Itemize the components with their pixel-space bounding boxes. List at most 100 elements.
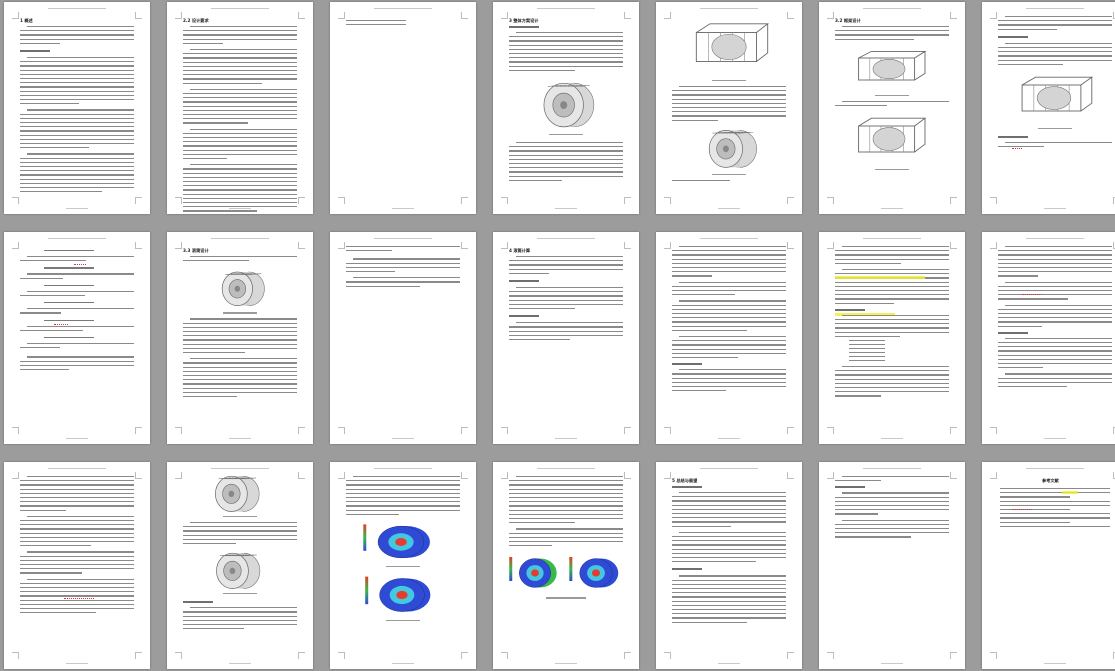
text-line bbox=[20, 505, 134, 507]
text-line bbox=[509, 260, 623, 262]
text-line bbox=[183, 109, 297, 112]
text-line bbox=[835, 273, 949, 275]
crop-mark bbox=[501, 427, 508, 434]
crop-mark bbox=[787, 652, 794, 659]
text-line bbox=[672, 381, 786, 384]
text-line bbox=[509, 509, 623, 511]
crop-mark bbox=[135, 197, 142, 204]
text-line bbox=[183, 615, 297, 617]
text-line bbox=[509, 44, 623, 46]
text-line bbox=[183, 197, 297, 200]
crop-mark bbox=[461, 12, 468, 19]
section-heading: 4 滚筒计算 bbox=[509, 248, 531, 253]
text-line bbox=[20, 90, 134, 92]
text-line bbox=[20, 103, 79, 105]
page-footer-rule bbox=[555, 208, 577, 209]
text-line bbox=[346, 266, 460, 269]
text-line bbox=[516, 142, 623, 144]
page-header-rule bbox=[48, 468, 106, 469]
text-line bbox=[672, 521, 786, 523]
text-line bbox=[842, 246, 949, 248]
reference-entry bbox=[1000, 492, 1110, 494]
crop-mark bbox=[12, 242, 19, 249]
text-line bbox=[346, 285, 420, 287]
text-line bbox=[190, 164, 297, 166]
page-footer-rule bbox=[392, 208, 414, 209]
crop-mark bbox=[624, 427, 631, 434]
text-line bbox=[509, 272, 549, 275]
text-line bbox=[672, 258, 786, 260]
page-thumbnail: 3 整体方案设计 bbox=[493, 2, 639, 214]
text-line bbox=[509, 480, 623, 482]
text-line bbox=[509, 339, 570, 341]
text-line bbox=[835, 254, 949, 256]
text-line bbox=[190, 88, 297, 91]
text-line bbox=[190, 607, 297, 609]
crop-mark bbox=[501, 12, 508, 19]
text-line bbox=[190, 256, 297, 258]
drum-figure-3 bbox=[215, 475, 260, 512]
crop-mark bbox=[664, 472, 671, 479]
text-line bbox=[835, 509, 949, 511]
text-line bbox=[509, 303, 623, 306]
text-line bbox=[183, 526, 297, 528]
text-line bbox=[998, 63, 1063, 66]
text-line bbox=[1005, 304, 1112, 306]
text-line bbox=[20, 480, 134, 482]
text-line bbox=[509, 522, 575, 524]
text-line bbox=[183, 202, 297, 204]
crop-mark bbox=[950, 652, 957, 659]
text-line bbox=[353, 277, 460, 279]
text-line bbox=[679, 492, 786, 494]
text-line bbox=[346, 497, 460, 499]
text-line bbox=[183, 375, 297, 377]
text-line bbox=[516, 32, 623, 34]
text-line bbox=[516, 322, 623, 324]
text-line bbox=[20, 484, 134, 486]
frame-assembly-figure bbox=[695, 23, 770, 62]
text-line bbox=[183, 176, 297, 179]
text-line bbox=[842, 492, 949, 494]
text-line bbox=[27, 153, 134, 155]
text-line bbox=[672, 321, 786, 323]
text-line bbox=[835, 536, 911, 538]
crop-mark bbox=[338, 652, 345, 659]
text-line bbox=[679, 336, 786, 338]
text-line bbox=[509, 532, 623, 534]
crop-mark bbox=[787, 242, 794, 249]
crop-mark bbox=[664, 12, 671, 19]
text-line bbox=[183, 172, 297, 174]
text-line bbox=[20, 369, 69, 371]
text-line bbox=[998, 285, 1112, 288]
crop-mark bbox=[950, 197, 957, 204]
formula-line bbox=[849, 356, 885, 358]
text-line bbox=[998, 363, 1112, 365]
text-line bbox=[183, 185, 297, 187]
text-line bbox=[998, 294, 1112, 296]
text-line bbox=[998, 47, 1112, 49]
text-line bbox=[998, 55, 1112, 57]
page-header-rule bbox=[537, 468, 595, 469]
page-thumbnail bbox=[167, 462, 313, 669]
text-line bbox=[20, 82, 134, 84]
crop-mark bbox=[461, 472, 468, 479]
page-header-rule bbox=[211, 8, 269, 9]
text-line bbox=[835, 532, 949, 534]
text-line bbox=[835, 290, 949, 292]
text-line bbox=[183, 114, 297, 116]
text-line bbox=[509, 175, 623, 177]
text-line bbox=[20, 138, 134, 141]
text-line bbox=[20, 528, 134, 530]
reference-entry bbox=[1000, 504, 1110, 507]
formula-line bbox=[849, 348, 885, 350]
text-line bbox=[672, 119, 718, 121]
subsection-heading-line bbox=[509, 315, 539, 317]
text-line bbox=[183, 101, 297, 103]
text-line bbox=[183, 105, 297, 107]
text-line bbox=[20, 174, 134, 176]
fea-stress-figure bbox=[360, 520, 442, 564]
crop-mark bbox=[624, 652, 631, 659]
text-line bbox=[835, 262, 901, 265]
text-line bbox=[20, 555, 134, 557]
crop-mark bbox=[298, 427, 305, 434]
